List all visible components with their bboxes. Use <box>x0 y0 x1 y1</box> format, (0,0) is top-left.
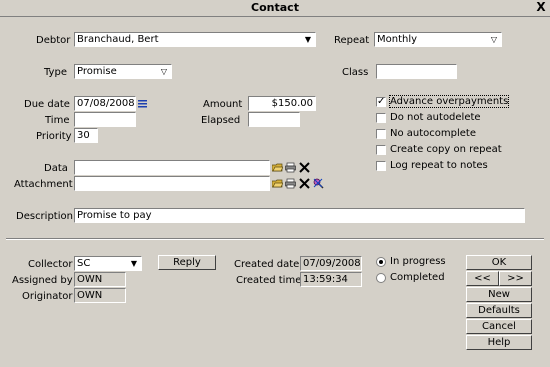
description-value: Promise to pay <box>77 210 152 221</box>
do-not-autodelete-checkbox[interactable] <box>376 113 386 123</box>
description-field[interactable]: Promise to pay <box>74 208 525 223</box>
attachment-label: Attachment <box>14 179 73 190</box>
completed-radio[interactable] <box>376 273 386 283</box>
created-date-value: 07/09/2008 <box>303 258 361 269</box>
priority-value: 30 <box>77 130 90 141</box>
defaults-button-label: Defaults <box>478 305 520 316</box>
priority-label: Priority <box>36 131 72 142</box>
calendar-icon[interactable] <box>137 98 148 109</box>
amount-label: Amount <box>203 99 243 110</box>
window-title: Contact <box>251 1 299 14</box>
new-button-label: New <box>488 289 510 300</box>
create-copy-on-repeat-label: Create copy on repeat <box>390 144 502 155</box>
class-field[interactable] <box>376 64 457 79</box>
in-progress-radio[interactable] <box>376 257 386 267</box>
assigned-by-label: Assigned by <box>12 275 73 286</box>
time-field[interactable] <box>74 112 136 127</box>
defaults-button[interactable]: Defaults <box>466 303 532 318</box>
created-date-label: Created date <box>234 259 300 270</box>
completed-label: Completed <box>390 272 445 283</box>
repeat-label: Repeat <box>334 35 370 46</box>
created-date-field: 07/09/2008 <box>300 256 362 271</box>
amount-field[interactable]: $150.00 <box>248 96 316 111</box>
collector-label: Collector <box>28 259 73 270</box>
next-button[interactable]: >> <box>499 271 532 286</box>
help-button-label: Help <box>487 337 511 348</box>
advance-overpayments-checkbox[interactable]: ✓ <box>376 97 386 107</box>
close-icon[interactable]: X <box>534 0 548 14</box>
attachment-print-icon[interactable] <box>285 178 296 189</box>
open-folder-icon[interactable] <box>272 162 283 173</box>
type-value: Promise <box>77 66 117 77</box>
type-label: Type <box>44 67 67 78</box>
created-time-field: 13:59:34 <box>300 272 362 287</box>
debtor-value: Branchaud, Bert <box>77 34 159 45</box>
type-dropdown-icon[interactable]: ▽ <box>158 66 170 78</box>
new-button[interactable]: New <box>466 287 532 302</box>
time-label: Time <box>45 115 70 126</box>
debtor-label: Debtor <box>36 35 71 46</box>
repeat-dropdown-icon[interactable]: ▽ <box>488 34 500 46</box>
title-bar: Contact X <box>0 0 550 17</box>
reply-button[interactable]: Reply <box>158 255 216 270</box>
originator-field: OWN <box>74 288 126 303</box>
description-label: Description <box>16 211 73 222</box>
amount-value: $150.00 <box>271 98 313 109</box>
created-time-label: Created time <box>236 275 302 286</box>
advance-overpayments-label: Advance overpayments <box>388 95 510 108</box>
assigned-by-value: OWN <box>77 274 103 285</box>
debtor-dropdown-icon[interactable]: ▼ <box>302 34 314 46</box>
help-button[interactable]: Help <box>466 335 532 350</box>
repeat-field[interactable]: Monthly <box>374 32 502 47</box>
in-progress-label: In progress <box>390 256 446 267</box>
attachment-open-folder-icon[interactable] <box>272 178 283 189</box>
collector-value: SC <box>77 258 91 269</box>
created-time-value: 13:59:34 <box>303 274 348 285</box>
due-date-field[interactable]: 07/08/2008 <box>74 96 136 111</box>
print-icon[interactable] <box>285 162 296 173</box>
data-label: Data <box>44 163 68 174</box>
due-date-value: 07/08/2008 <box>77 98 135 109</box>
elapsed-label: Elapsed <box>201 115 241 126</box>
log-repeat-to-notes-label: Log repeat to notes <box>390 160 488 171</box>
debtor-field[interactable]: Branchaud, Bert <box>74 32 316 47</box>
assigned-by-field: OWN <box>74 272 126 287</box>
delete-x-icon[interactable] <box>299 162 310 173</box>
reply-button-label: Reply <box>173 257 201 268</box>
contact-window: Contact X Debtor Branchaud, Bert ▼ Repea… <box>0 0 550 367</box>
no-autocomplete-label: No autocomplete <box>390 128 476 139</box>
create-copy-on-repeat-checkbox[interactable] <box>376 145 386 155</box>
no-autocomplete-checkbox[interactable] <box>376 129 386 139</box>
cancel-button[interactable]: Cancel <box>466 319 532 334</box>
originator-value: OWN <box>77 290 103 301</box>
ok-button-label: OK <box>491 257 507 268</box>
class-label: Class <box>342 67 369 78</box>
attachment-field[interactable] <box>74 176 270 191</box>
cancel-button-label: Cancel <box>482 321 516 332</box>
previous-button-label: << <box>474 273 491 284</box>
priority-field[interactable]: 30 <box>74 128 98 143</box>
log-repeat-to-notes-checkbox[interactable] <box>376 161 386 171</box>
next-button-label: >> <box>507 273 524 284</box>
originator-label: Originator <box>22 291 73 302</box>
previous-button[interactable]: << <box>466 271 499 286</box>
attachment-delete-x-icon[interactable] <box>299 178 310 189</box>
elapsed-field[interactable] <box>248 112 300 127</box>
repeat-value: Monthly <box>377 34 418 45</box>
due-date-label: Due date <box>24 99 70 110</box>
section-divider <box>6 238 544 240</box>
do-not-autodelete-label: Do not autodelete <box>390 112 481 123</box>
collector-dropdown-icon[interactable]: ▼ <box>128 258 140 270</box>
data-field[interactable] <box>74 160 270 175</box>
ok-button[interactable]: OK <box>466 255 532 270</box>
attachment-view-icon[interactable] <box>313 178 324 189</box>
